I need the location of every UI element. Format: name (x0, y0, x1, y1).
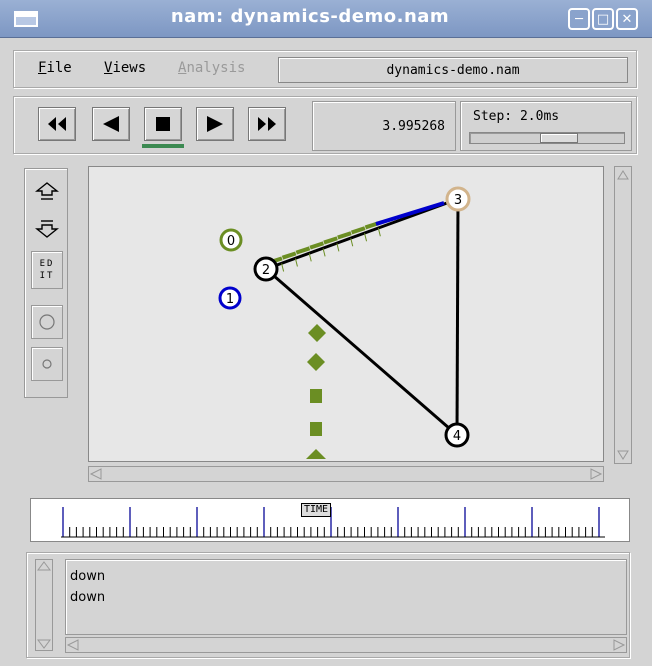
scroll-up-arrow[interactable] (615, 167, 631, 183)
packet-trail (322, 248, 326, 257)
link-2-4[interactable] (265, 267, 458, 437)
menu-bar: File Views Analysis dynamics-demo.nam (13, 50, 637, 88)
packet-trail (336, 243, 340, 252)
edit-button[interactable]: ED IT (31, 251, 63, 289)
menu-file[interactable]: File (38, 60, 72, 76)
minimize-icon: ─ (575, 11, 583, 27)
rewind-icon (48, 117, 66, 131)
scroll-left-arrow[interactable] (89, 468, 102, 480)
menu-analysis[interactable]: Analysis (178, 60, 245, 76)
maximize-button[interactable]: □ (592, 8, 614, 30)
play-button[interactable] (196, 107, 234, 141)
packet-trail (281, 263, 285, 272)
link-3-4[interactable] (455, 198, 460, 436)
node-4-label: 4 (453, 429, 461, 444)
log-scroll-up-arrow[interactable] (37, 561, 51, 571)
node-1-label: 1 (226, 292, 234, 307)
play-icon (207, 116, 223, 132)
packet-stream-blue (375, 201, 445, 226)
packet-trail (364, 233, 368, 242)
log-scroll-left-arrow[interactable] (66, 639, 79, 651)
network-canvas[interactable]: 0 1 2 3 4 (88, 166, 604, 462)
packet (307, 353, 325, 371)
close-button[interactable]: ✕ (616, 8, 638, 30)
minimize-button[interactable]: ─ (568, 8, 590, 30)
title-bar: nam: dynamics-demo.nam ─ □ ✕ (0, 0, 652, 38)
window-title: nam: dynamics-demo.nam (170, 6, 450, 27)
scroll-down-arrow[interactable] (615, 447, 631, 463)
packet (306, 449, 326, 459)
zoom-out-button[interactable] (31, 213, 63, 243)
log-horizontal-scrollbar[interactable] (65, 637, 627, 653)
step-control: Step: 2.0ms (460, 101, 632, 151)
node-3-label: 3 (454, 193, 462, 208)
down-arrow-icon (617, 450, 629, 460)
play-backward-button[interactable] (92, 107, 130, 141)
annotation-list[interactable]: down down (65, 559, 627, 635)
log-scroll-down-arrow[interactable] (37, 639, 51, 649)
small-circle-icon (42, 359, 52, 369)
rewind-button[interactable] (38, 107, 76, 141)
large-circle-icon (39, 314, 55, 330)
time-slider[interactable]: TIME (30, 498, 630, 542)
scroll-right-arrow[interactable] (590, 468, 603, 480)
playback-controls: 3.995268 Step: 2.0ms (13, 96, 637, 154)
node-0-label: 0 (227, 234, 235, 249)
log-line[interactable]: down (70, 566, 622, 587)
step-label: Step: 2.0ms (473, 109, 560, 124)
up-arrow-icon (617, 170, 629, 180)
annotation-panel: down down (26, 552, 630, 658)
close-icon: ✕ (621, 11, 633, 27)
packet (310, 422, 322, 436)
packet (308, 324, 326, 342)
edit-label-bottom: IT (39, 271, 55, 281)
canvas-horizontal-scrollbar[interactable] (88, 466, 604, 482)
log-scroll-right-arrow[interactable] (613, 639, 626, 651)
filename-display: dynamics-demo.nam (278, 57, 628, 83)
step-slider-thumb[interactable] (540, 133, 578, 143)
active-indicator (142, 144, 184, 148)
network-graph[interactable]: 0 1 2 3 4 (89, 167, 605, 463)
stop-icon (156, 117, 170, 131)
canvas-vertical-scrollbar[interactable] (614, 166, 632, 464)
large-node-button[interactable] (31, 305, 63, 339)
edit-label-top: ED (39, 259, 55, 269)
log-line[interactable]: down (70, 587, 622, 608)
play-backward-icon (103, 116, 119, 132)
fast-forward-icon (258, 117, 276, 131)
zoom-in-icon (35, 182, 59, 200)
maximize-icon: □ (596, 11, 610, 27)
step-slider[interactable] (469, 132, 625, 144)
zoom-in-button[interactable] (31, 177, 63, 207)
menu-views[interactable]: Views (104, 60, 146, 76)
fast-forward-button[interactable] (248, 107, 286, 141)
packet-trail (350, 238, 354, 247)
window-menu-icon[interactable] (14, 11, 38, 27)
node-2-label: 2 (262, 263, 270, 278)
tool-palette: ED IT (24, 168, 68, 398)
packet-trail (377, 228, 381, 237)
packet-trail (294, 258, 298, 267)
stop-button[interactable] (144, 107, 182, 141)
small-node-button[interactable] (31, 347, 63, 381)
log-vertical-scrollbar[interactable] (35, 559, 53, 651)
packet-trail (308, 253, 312, 262)
time-slider-handle[interactable]: TIME (301, 503, 332, 517)
zoom-out-icon (35, 220, 59, 238)
current-time: 3.995268 (312, 101, 456, 151)
packet (310, 389, 322, 403)
